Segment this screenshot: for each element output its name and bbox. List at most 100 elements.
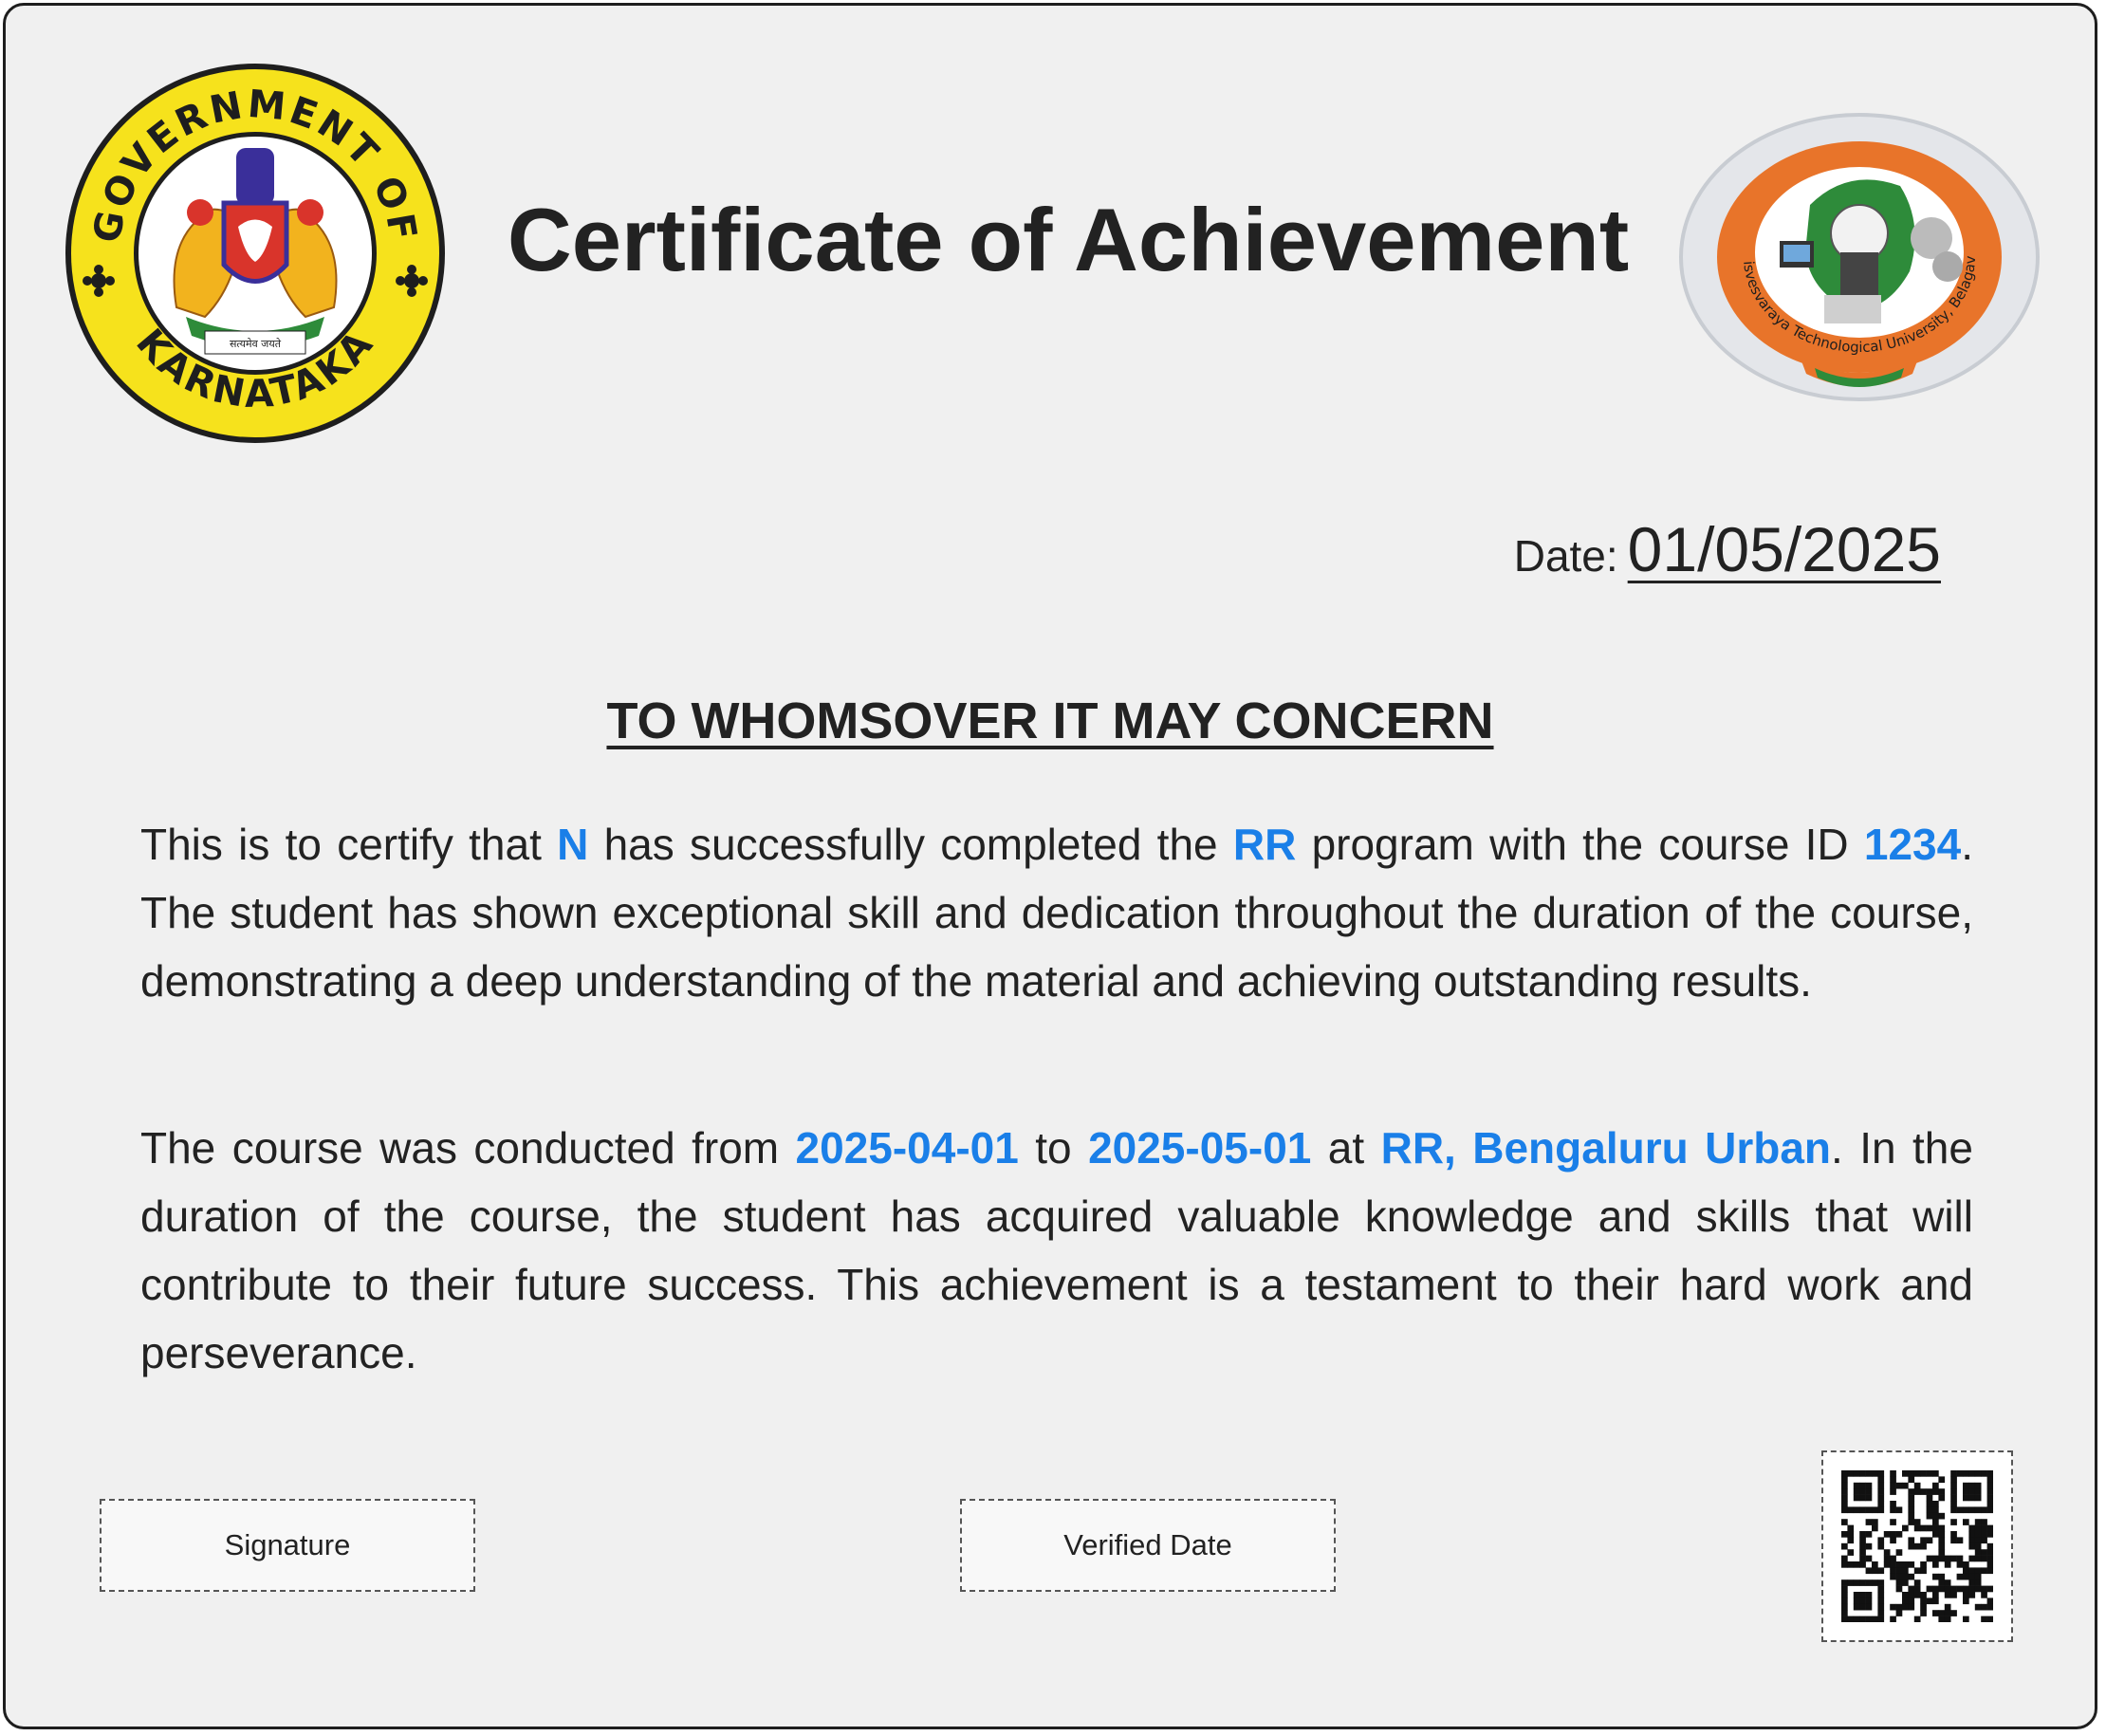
qr-module [1963, 1494, 1969, 1502]
qr-module [1932, 1573, 1939, 1580]
qr-module [1968, 1542, 1976, 1550]
qr-module [1913, 1519, 1921, 1525]
qr-module [1938, 1555, 1946, 1562]
qr-module [1865, 1488, 1873, 1495]
qr-module [1841, 1579, 1848, 1586]
qr-module [1913, 1616, 1921, 1622]
qr-module [1974, 1506, 1982, 1514]
qr-module [1950, 1610, 1957, 1616]
qr-module [1908, 1603, 1915, 1611]
qr-module [1913, 1567, 1921, 1575]
qr-module [1877, 1482, 1885, 1489]
qr-module [1847, 1531, 1855, 1538]
qr-module [1950, 1506, 1957, 1514]
qr-module [1938, 1542, 1946, 1550]
qr-module [1974, 1549, 1982, 1556]
qr-module [1902, 1561, 1909, 1568]
qr-module [1890, 1561, 1896, 1568]
qr-module [1974, 1494, 1982, 1502]
qr-module [1968, 1482, 1976, 1489]
qr-module [1932, 1488, 1939, 1495]
certificate-card: GOVERNMENT OF KARNATAKA सत्यमेव जयते Cer… [3, 3, 2097, 1729]
paragraph2-text-1: The course was conducted from [140, 1123, 796, 1173]
qr-module [1895, 1579, 1903, 1586]
qr-module [1859, 1603, 1866, 1611]
qr-module [1944, 1603, 1951, 1611]
qr-module [1920, 1567, 1927, 1575]
qr-module [1865, 1482, 1873, 1489]
qr-module [1841, 1610, 1848, 1616]
qr-module [1968, 1537, 1976, 1544]
qr-module [1926, 1524, 1933, 1532]
qr-module [1908, 1501, 1915, 1507]
qr-module [1859, 1537, 1866, 1544]
qr-module [1913, 1488, 1921, 1495]
qr-module [1986, 1506, 1993, 1514]
qr-module [1877, 1579, 1885, 1586]
qr-module [1986, 1494, 1993, 1502]
qr-module [1950, 1488, 1957, 1495]
qr-module [1865, 1519, 1873, 1525]
qr-module [1944, 1616, 1951, 1622]
qr-module [1853, 1616, 1860, 1622]
qr-module [1974, 1488, 1982, 1495]
qr-module [1920, 1542, 1927, 1550]
qr-module [1877, 1592, 1885, 1598]
qr-module [1890, 1506, 1896, 1514]
qr-module [1877, 1603, 1885, 1611]
qr-module [1950, 1476, 1957, 1484]
qr-module [1926, 1506, 1933, 1514]
qr-module [1981, 1470, 1987, 1477]
qr-module [1974, 1482, 1982, 1489]
qr-module [1908, 1476, 1915, 1484]
qr-module [1841, 1506, 1848, 1514]
qr-module [1981, 1585, 1987, 1593]
qr-module [1902, 1592, 1909, 1598]
qr-module [1877, 1585, 1885, 1593]
qr-module [1853, 1597, 1860, 1605]
qr-module [1986, 1567, 1993, 1575]
certificate-title: Certificate of Achievement [507, 190, 1630, 289]
qr-module [1981, 1506, 1987, 1514]
qr-module [1859, 1549, 1866, 1556]
qr-module [1944, 1561, 1951, 1568]
qr-module [1968, 1555, 1976, 1562]
karnataka-government-seal-icon: GOVERNMENT OF KARNATAKA सत्यमेव जयते [65, 64, 445, 443]
course-location: RR, Bengaluru Urban [1380, 1123, 1832, 1173]
qr-module [1963, 1573, 1969, 1580]
qr-module [1938, 1476, 1946, 1484]
qr-module [1974, 1537, 1982, 1544]
qr-module [1872, 1579, 1878, 1586]
qr-module [1853, 1494, 1860, 1502]
qr-module [1902, 1597, 1909, 1605]
verified-date-box: Verified Date [960, 1499, 1336, 1592]
qr-module [1865, 1592, 1873, 1598]
course-id: 1234 [1863, 820, 1962, 869]
qr-module [1926, 1597, 1933, 1605]
qr-module [1926, 1470, 1933, 1477]
qr-module [1895, 1506, 1903, 1514]
qr-module [1963, 1488, 1969, 1495]
qr-module [1956, 1561, 1964, 1568]
qr-module [1950, 1519, 1957, 1525]
qr-module [1974, 1519, 1982, 1525]
qr-module [1890, 1519, 1896, 1525]
qr-module [1859, 1494, 1866, 1502]
qr-module [1895, 1561, 1903, 1568]
end-date: 2025-05-01 [1088, 1123, 1312, 1173]
qr-module [1877, 1506, 1885, 1514]
qr-module [1938, 1573, 1946, 1580]
qr-module [1908, 1585, 1915, 1593]
qr-module [1902, 1470, 1909, 1477]
qr-module [1908, 1573, 1915, 1580]
qr-module [1963, 1592, 1969, 1598]
qr-module [1968, 1579, 1976, 1586]
qr-module [1890, 1482, 1896, 1489]
qr-code-icon [1841, 1470, 1993, 1622]
qr-module [1920, 1597, 1927, 1605]
qr-module [1895, 1573, 1903, 1580]
qr-module [1841, 1542, 1848, 1550]
qr-module [1968, 1567, 1976, 1575]
qr-module [1865, 1470, 1873, 1477]
qr-module [1890, 1537, 1896, 1544]
